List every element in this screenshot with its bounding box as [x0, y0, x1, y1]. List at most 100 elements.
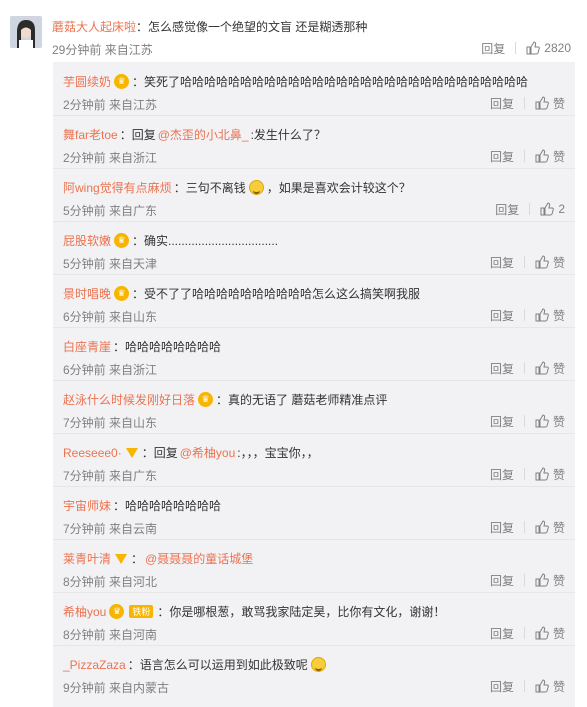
like-button[interactable]: 赞 [535, 360, 565, 377]
reply-source: 来自广东 [109, 469, 158, 483]
reply-button[interactable]: 回复 [490, 307, 514, 324]
mention-link[interactable]: @聂聂聂的童话城堡 [145, 550, 253, 567]
like-button[interactable]: 赞 [535, 148, 565, 165]
divider [53, 486, 575, 487]
reply-button[interactable]: 回复 [490, 519, 514, 536]
mention-link[interactable]: @杰歪的小北鼻_ [158, 126, 249, 143]
like-button[interactable]: 赞 [535, 413, 565, 430]
reply-text: :，，，宝宝你，， [237, 446, 319, 460]
verified-v-icon [125, 447, 138, 458]
avatar[interactable] [10, 16, 42, 48]
reply-source: 来自广东 [109, 204, 158, 218]
reply-username[interactable]: 莱青叶清 [63, 550, 111, 567]
like-button[interactable]: 赞 [535, 95, 565, 112]
comment-source: 来自江苏 [104, 43, 153, 57]
divider [523, 309, 525, 321]
like-button[interactable]: 赞 [535, 254, 565, 271]
reply-username[interactable]: 阿wing觉得有点麻烦 [63, 179, 172, 196]
reply-text: ：哈哈哈哈哈哈哈哈 [113, 340, 222, 354]
reply-username[interactable]: 屁股软嫩 [63, 232, 111, 249]
divider [53, 592, 575, 593]
reply-button[interactable]: 回复 [490, 360, 514, 377]
reply-button[interactable]: 回复 [490, 413, 514, 430]
reply-text: ：真的无语了 蘑菇老师精准点评 [216, 393, 388, 407]
reply-button[interactable]: 回复 [490, 95, 514, 112]
list-item: 屁股软嫩 ♛ ：确实..............................… [53, 221, 575, 274]
like-button[interactable]: 赞 [535, 625, 565, 642]
like-label: 赞 [552, 149, 565, 164]
like-label: 赞 [552, 573, 565, 588]
member-crown-icon: ♛ [198, 392, 214, 407]
reply-username[interactable]: 舞far老toe [63, 126, 118, 143]
like-button[interactable]: 2820 [526, 41, 571, 55]
like-count: 2820 [544, 41, 571, 55]
reply-time: 5分钟前 [63, 257, 106, 271]
member-crown-icon: ♛ [109, 604, 125, 619]
comment-text: ：怎么感觉像一个绝望的文盲 还是糊透那种 [136, 20, 368, 34]
main-comment: 蘑菇大人起床啦：怎么感觉像一个绝望的文盲 还是糊透那种 29分钟前 来自江苏 回… [0, 0, 587, 62]
list-item: 宇宙师妹 ：哈哈哈哈哈哈哈哈 7分钟前 来自云南 回复 赞 [53, 486, 575, 539]
reply-button[interactable]: 回复 [490, 572, 514, 589]
divider [53, 221, 575, 222]
divider [515, 42, 517, 54]
like-button[interactable]: 赞 [535, 466, 565, 483]
divider [523, 680, 525, 692]
reply-username[interactable]: 希柚you [63, 603, 106, 620]
like-label: 赞 [552, 520, 565, 535]
reply-username[interactable]: _PizzaZaza [63, 658, 126, 672]
reply-button[interactable]: 回复 [490, 678, 514, 695]
thumbs-up-icon [535, 573, 549, 587]
reply-button[interactable]: 回复 [495, 201, 519, 218]
reply-button[interactable]: 回复 [490, 254, 514, 271]
divider [523, 468, 525, 480]
reply-source: 来自浙江 [109, 363, 158, 377]
reply-button[interactable]: 回复 [490, 625, 514, 642]
divider [523, 256, 525, 268]
fan-badge: 铁粉 [129, 605, 154, 618]
reply-time: 6分钟前 [63, 310, 106, 324]
comment-time: 29分钟前 [52, 43, 102, 57]
reply-username[interactable]: 白座青崖 [63, 338, 111, 355]
like-button[interactable]: 赞 [535, 307, 565, 324]
reply-list: 芋圆续奶 ♛ ：笑死了哈哈哈哈哈哈哈哈哈哈哈哈哈哈哈哈哈哈哈哈哈哈哈哈哈哈哈哈哈… [53, 62, 575, 707]
reply-time: 5分钟前 [63, 204, 106, 218]
like-button[interactable]: 赞 [535, 678, 565, 695]
like-button[interactable]: 2 [540, 202, 565, 216]
comment-username[interactable]: 蘑菇大人起床啦 [52, 20, 136, 34]
reply-text: ：受不了了哈哈哈哈哈哈哈哈哈哈怎么这么搞笑啊我服 [132, 287, 421, 301]
reply-text: ：确实................................. [132, 234, 279, 248]
reply-time: 7分钟前 [63, 416, 106, 430]
thumbs-up-icon [535, 361, 549, 375]
reply-source: 来自云南 [109, 522, 158, 536]
like-button[interactable]: 赞 [535, 572, 565, 589]
like-button[interactable]: 赞 [535, 519, 565, 536]
reply-button[interactable]: 回复 [490, 148, 514, 165]
reply-source: 来自河南 [109, 628, 158, 642]
divider [53, 274, 575, 275]
list-item: 阿wing觉得有点麻烦 ：三句不离钱 ，如果是喜欢会计较这个？ 5分钟前 来自广东… [53, 168, 575, 221]
reply-text: ：笑死了哈哈哈哈哈哈哈哈哈哈哈哈哈哈哈哈哈哈哈哈哈哈哈哈哈哈哈哈哈 [132, 75, 529, 89]
thumbs-up-icon [535, 679, 549, 693]
list-item: 赵泳什么时候发刚好日落 ♛ ：真的无语了 蘑菇老师精准点评 7分钟前 来自山东 … [53, 380, 575, 433]
reply-time: 9分钟前 [63, 681, 106, 695]
reply-username[interactable]: 景时唱晚 [63, 285, 111, 302]
mention-link[interactable]: @希柚you [180, 444, 236, 461]
reply-username[interactable]: 芋圆续奶 [63, 73, 111, 90]
reply-button[interactable]: 回复 [490, 466, 514, 483]
reply-button[interactable]: 回复 [481, 40, 505, 57]
like-label: 赞 [552, 255, 565, 270]
thumbs-up-icon [535, 626, 549, 640]
thumbs-up-icon [535, 520, 549, 534]
divider [523, 574, 525, 586]
thumbs-up-icon [535, 467, 549, 481]
like-label: 赞 [552, 308, 565, 323]
reply-time: 2分钟前 [63, 151, 106, 165]
reply-username[interactable]: 赵泳什么时候发刚好日落 [63, 391, 195, 408]
reply-source: 来自山东 [109, 310, 158, 324]
thumbs-up-icon [535, 149, 549, 163]
reply-time: 8分钟前 [63, 575, 106, 589]
reply-username[interactable]: Reeseee0· [63, 446, 122, 460]
list-item: 白座青崖 ：哈哈哈哈哈哈哈哈 6分钟前 来自浙江 回复 赞 [53, 327, 575, 380]
list-item: 莱青叶清 ： @聂聂聂的童话城堡 8分钟前 来自河北 回复 赞 [53, 539, 575, 592]
reply-username[interactable]: 宇宙师妹 [63, 497, 111, 514]
